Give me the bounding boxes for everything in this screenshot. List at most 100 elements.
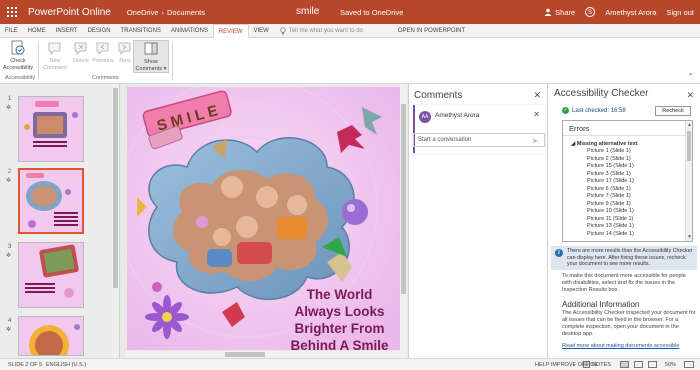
- thumbnails-scroll-thumb[interactable]: [113, 88, 118, 288]
- collapse-triangle-icon[interactable]: ◢: [571, 141, 575, 147]
- comment-input[interactable]: Start a conversation ➤: [413, 133, 545, 147]
- group-divider: [38, 42, 39, 80]
- user-name[interactable]: Amethyst Arora: [605, 8, 656, 17]
- comments-group-label: Comments: [92, 75, 119, 81]
- new-comment-label-1: New: [49, 58, 61, 64]
- error-item[interactable]: Picture 3 (Slide 1): [587, 171, 692, 179]
- tell-me-box[interactable]: Tell me what you want to do: [280, 26, 390, 35]
- notes-button[interactable]: NOTES: [583, 361, 611, 368]
- error-item[interactable]: Picture 17 (Slide 1): [587, 178, 692, 186]
- error-item[interactable]: Picture 1 (Slide 1): [587, 148, 692, 156]
- sign-out-link[interactable]: Sign out: [666, 8, 694, 17]
- reading-view-icon[interactable]: [634, 361, 643, 368]
- error-category-label: Missing alternative text: [576, 141, 638, 147]
- editor-vertical-scrollbar[interactable]: [400, 84, 407, 358]
- error-item[interactable]: Picture 2 (Slide 1): [587, 156, 692, 164]
- close-icon[interactable]: ✕: [533, 110, 540, 119]
- errors-scrollbar[interactable]: ▲ ▼: [685, 121, 692, 241]
- title-bar: PowerPoint Online OneDrive › Documents s…: [0, 0, 700, 24]
- breadcrumb-documents[interactable]: Documents: [167, 8, 205, 17]
- open-in-powerpoint-button[interactable]: OPEN IN POWERPOINT: [398, 28, 465, 34]
- thumbnail-preview: [19, 317, 83, 355]
- errors-scroll-thumb[interactable]: [687, 131, 691, 161]
- lightbulb-icon: [280, 26, 286, 34]
- additional-info-title: Additional Information: [562, 300, 640, 309]
- scroll-down-icon[interactable]: ▼: [687, 234, 692, 240]
- tab-animations[interactable]: ANIMATIONS: [166, 24, 213, 38]
- errors-list[interactable]: Errors ◢ Missing alternative text Pictur…: [562, 120, 693, 242]
- share-button[interactable]: Share: [544, 8, 575, 17]
- error-category[interactable]: ◢ Missing alternative text: [571, 141, 692, 147]
- error-item[interactable]: Picture 9 (Slide 1): [587, 201, 692, 209]
- tell-me-placeholder: Tell me what you want to do: [288, 27, 363, 34]
- thumbnails-scrollbar[interactable]: [112, 84, 119, 358]
- notes-label: NOTES: [592, 361, 611, 368]
- error-item[interactable]: Picture 10 (Slide 1): [587, 208, 692, 216]
- close-icon[interactable]: ✕: [686, 90, 694, 101]
- next-label: Next: [119, 58, 131, 64]
- slide-thumbnail-4[interactable]: [18, 316, 84, 356]
- delete-comment-icon: [74, 42, 87, 55]
- slide-quote-text[interactable]: The World Always Looks Brighter From Beh…: [277, 286, 400, 350]
- error-item[interactable]: Picture 11 (Slide 1): [587, 216, 692, 224]
- error-item[interactable]: Picture 13 (Slide 1): [587, 223, 692, 231]
- slide-text-line: The World: [306, 287, 373, 302]
- error-item[interactable]: Picture 6 (Slide 1): [587, 186, 692, 194]
- send-icon[interactable]: ➤: [532, 137, 538, 145]
- thumb-number-3: 3: [8, 244, 12, 250]
- normal-view-icon[interactable]: [620, 361, 629, 368]
- app-launcher-icon[interactable]: [0, 0, 24, 24]
- editor-scroll-thumb[interactable]: [401, 104, 406, 294]
- editor-horizontal-scrollbar[interactable]: [125, 351, 401, 358]
- show-comments-label-2: Comments ▾: [135, 65, 167, 72]
- document-title[interactable]: smile: [296, 6, 319, 17]
- check-label-2: Accessibility: [3, 64, 33, 71]
- comment-placeholder: Start a conversation: [418, 137, 472, 143]
- scroll-up-icon[interactable]: ▲: [687, 122, 692, 128]
- tab-review[interactable]: REVIEW: [212, 23, 249, 38]
- thumbnail-preview: [20, 170, 82, 232]
- status-bar: SLIDE 2 OF 5 ENGLISH (U.S.) HELP IMPROVE…: [0, 358, 700, 370]
- error-item[interactable]: Picture 7 (Slide 1): [587, 193, 692, 201]
- info-text: There are more results than the Accessib…: [567, 248, 693, 267]
- slide-text-line: Always Looks: [294, 304, 385, 319]
- slide-thumbnail-3[interactable]: [18, 242, 84, 308]
- info-message: i There are more results than the Access…: [551, 246, 697, 270]
- accessibility-check-icon: [11, 40, 25, 55]
- fit-to-window-icon[interactable]: [684, 361, 694, 368]
- tab-file[interactable]: FILE: [0, 24, 23, 38]
- collapse-ribbon-icon[interactable]: ⌃: [687, 72, 694, 81]
- check-accessibility-button[interactable]: Check Accessibility: [3, 40, 33, 71]
- tab-design[interactable]: DESIGN: [83, 24, 116, 38]
- recheck-button[interactable]: Recheck: [655, 106, 691, 116]
- show-comments-icon: [144, 42, 158, 55]
- check-label-1: Check: [10, 58, 26, 64]
- slide-thumbnail-2[interactable]: [18, 168, 84, 234]
- tab-transitions[interactable]: TRANSITIONS: [116, 24, 166, 38]
- error-item[interactable]: Picture 14 (Slide 1): [587, 231, 692, 239]
- slide-canvas[interactable]: S M I L E The World Always Looks Brighte…: [127, 87, 400, 350]
- error-item[interactable]: Picture 15 (Slide 1): [587, 163, 692, 171]
- save-status: Saved to OneDrive: [340, 8, 404, 17]
- tab-insert[interactable]: INSERT: [51, 24, 83, 38]
- tab-home[interactable]: HOME: [23, 24, 51, 38]
- editor-hscroll-thumb[interactable]: [225, 352, 265, 357]
- ribbon-tabs: FILE HOME INSERT DESIGN TRANSITIONS ANIM…: [0, 23, 700, 38]
- read-more-link[interactable]: Read more about making documents accessi…: [562, 343, 679, 349]
- slide-show-icon[interactable]: [648, 361, 657, 368]
- show-comments-button[interactable]: Show Comments ▾: [133, 40, 169, 73]
- language-indicator[interactable]: ENGLISH (U.S.): [46, 362, 86, 368]
- checkmark-icon: ✓: [562, 107, 569, 114]
- breadcrumb-separator: ›: [161, 7, 165, 17]
- info-icon: i: [555, 249, 563, 257]
- zoom-level[interactable]: 50%: [665, 362, 676, 368]
- avatar: AA: [419, 111, 431, 123]
- thumb-animation-icon: ✲: [6, 327, 12, 333]
- tab-view[interactable]: VIEW: [249, 24, 274, 38]
- thumb-number-4: 4: [8, 318, 12, 324]
- close-icon[interactable]: ✕: [533, 90, 541, 101]
- slide-thumbnail-1[interactable]: [18, 96, 84, 162]
- breadcrumb-onedrive[interactable]: OneDrive: [127, 8, 159, 17]
- app-name[interactable]: PowerPoint Online: [28, 7, 111, 18]
- skype-icon[interactable]: S: [585, 7, 596, 17]
